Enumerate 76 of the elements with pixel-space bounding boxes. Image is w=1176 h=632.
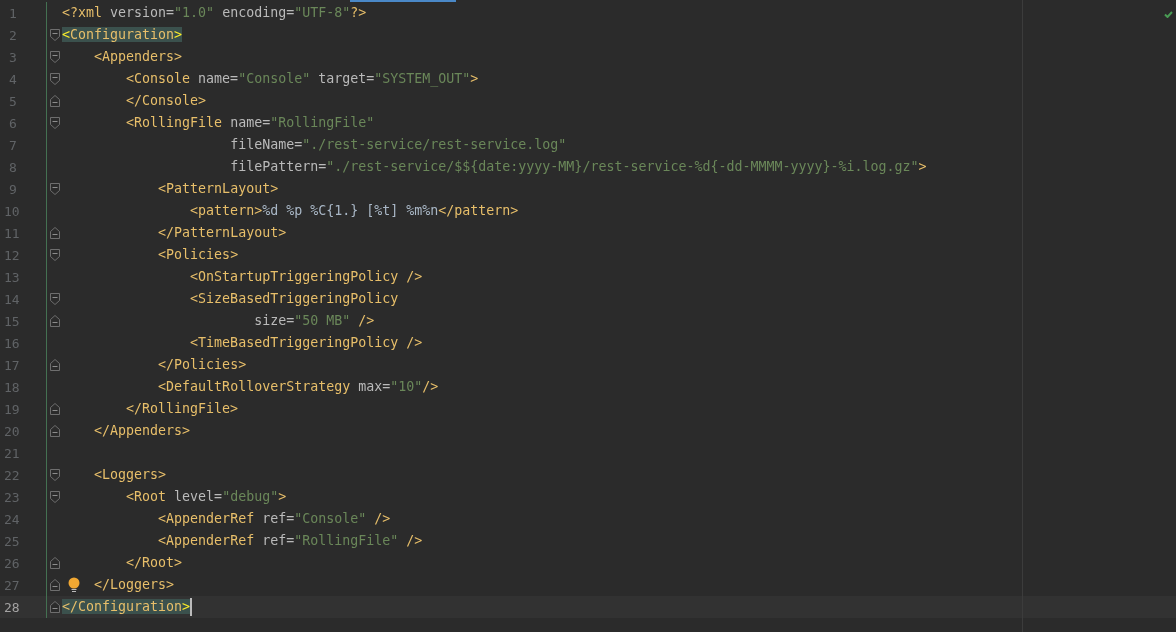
- code-line: <?xml version="1.0" encoding="UTF-8"?>: [62, 4, 367, 22]
- code-line: <AppenderRef ref="Console" />: [158, 510, 391, 528]
- fold-marker-icon[interactable]: [50, 117, 60, 129]
- code-line: </RollingFile>: [126, 400, 239, 418]
- fold-marker-icon[interactable]: [50, 491, 60, 503]
- code-line: <Console name="Console" target="SYSTEM_OUT">: [126, 70, 479, 89]
- line-number: 13: [3, 269, 20, 285]
- fold-marker-icon[interactable]: [50, 183, 60, 195]
- fold-end-marker-icon[interactable]: [50, 403, 60, 415]
- fold-end-marker-icon[interactable]: [50, 315, 60, 327]
- fold-marker-icon[interactable]: [50, 469, 60, 481]
- line-number: 8: [8, 159, 17, 175]
- line-number: 4: [8, 71, 17, 87]
- fold-marker-icon[interactable]: [50, 293, 60, 305]
- code-line: <Loggers>: [94, 466, 167, 484]
- code-line: fileName="./rest-service/rest-service.log": [230, 136, 567, 154]
- code-line: <RollingFile name="RollingFile": [126, 114, 375, 132]
- line-number: 3: [8, 49, 17, 65]
- line-number: 26: [3, 555, 20, 571]
- line-number: 27: [3, 577, 20, 593]
- fold-marker-icon[interactable]: [50, 29, 60, 41]
- code-line: </Root>: [126, 554, 183, 572]
- code-line: <Root level="debug">: [126, 488, 287, 506]
- code-line: size="50 MB" />: [254, 312, 375, 330]
- line-number: 2: [8, 27, 17, 43]
- code-line: <AppenderRef ref="RollingFile" />: [158, 532, 423, 550]
- code-line: </Configuration>: [62, 598, 191, 616]
- line-number: 19: [3, 401, 20, 417]
- code-line: </Appenders>: [94, 422, 191, 440]
- code-line: <TimeBasedTriggeringPolicy />: [190, 334, 423, 352]
- fold-end-marker-icon[interactable]: [50, 95, 60, 107]
- line-number: 9: [8, 181, 17, 197]
- line-number: 22: [3, 467, 20, 483]
- code-line: </Console>: [126, 92, 207, 110]
- code-line: <Configuration>: [62, 26, 183, 44]
- fold-end-marker-icon[interactable]: [50, 425, 60, 437]
- code-line: </Policies>: [158, 356, 247, 374]
- line-number: 17: [3, 357, 20, 373]
- line-number: 28: [3, 599, 20, 615]
- line-number: 11: [3, 225, 20, 241]
- code-line: <pattern>%d %p %C{1.} [%t] %m%n</pattern>: [190, 202, 519, 220]
- code-line: <OnStartupTriggeringPolicy />: [190, 268, 423, 286]
- line-number: 15: [3, 313, 20, 329]
- fold-end-marker-icon[interactable]: [50, 579, 60, 591]
- code-line: <DefaultRolloverStrategy max="10"/>: [158, 378, 439, 396]
- fold-marker-icon[interactable]: [50, 249, 60, 261]
- line-number: 25: [3, 533, 20, 549]
- fold-marker-icon[interactable]: [50, 73, 60, 85]
- line-number: 10: [3, 203, 20, 219]
- code-line: filePattern="./rest-service/$${date:yyyy-MM}/rest-service-%d{-dd-MMMM-yyyy}-%i.log.gz">: [230, 158, 927, 176]
- check-icon[interactable]: [1164, 11, 1173, 18]
- line-number: 14: [3, 291, 20, 307]
- code-line: <Appenders>: [94, 48, 183, 66]
- text-caret: [190, 598, 193, 616]
- line-number: 16: [3, 335, 20, 351]
- fold-marker-icon[interactable]: [50, 51, 60, 63]
- code-line: <SizeBasedTriggeringPolicy: [190, 290, 399, 308]
- code-line: </PatternLayout>: [158, 224, 287, 242]
- line-number: 6: [8, 115, 17, 131]
- code-line: <Policies>: [158, 246, 239, 264]
- line-number: 21: [3, 445, 20, 461]
- code-line: <PatternLayout>: [158, 180, 279, 198]
- line-number: 5: [8, 93, 17, 109]
- line-number: 23: [3, 489, 20, 505]
- line-number: 12: [3, 247, 20, 263]
- fold-end-marker-icon[interactable]: [50, 227, 60, 239]
- line-number: 7: [8, 137, 17, 153]
- fold-end-marker-icon[interactable]: [50, 601, 60, 613]
- lightbulb-icon[interactable]: [68, 577, 80, 593]
- code-line: </Loggers>: [94, 576, 175, 594]
- line-number: 1: [8, 5, 17, 21]
- line-number: 20: [3, 423, 20, 439]
- line-number: 18: [3, 379, 20, 395]
- line-number: 24: [3, 511, 20, 527]
- fold-end-marker-icon[interactable]: [50, 359, 60, 371]
- fold-end-marker-icon[interactable]: [50, 557, 60, 569]
